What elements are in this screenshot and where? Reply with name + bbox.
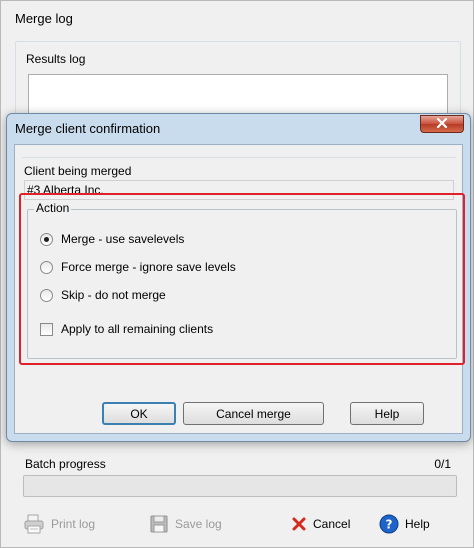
option-label: Merge - use savelevels xyxy=(61,232,185,246)
bottom-toolbar: Print log Save log Cancel ? Help xyxy=(23,509,463,537)
merge-confirmation-dialog: Merge client confirmation Client being m… xyxy=(6,113,471,442)
option-merge-use-savelevels[interactable]: Merge - use savelevels xyxy=(40,232,184,246)
apply-to-all-checkbox-row[interactable]: Apply to all remaining clients xyxy=(40,322,213,336)
help-button[interactable]: ? Help xyxy=(379,513,430,535)
help-icon: ? xyxy=(379,514,399,534)
dialog-help-button[interactable]: Help xyxy=(350,402,424,425)
help-label: Help xyxy=(405,517,430,531)
apply-to-all-label: Apply to all remaining clients xyxy=(61,322,214,336)
print-log-button[interactable]: Print log xyxy=(23,513,95,535)
client-being-merged-label: Client being merged xyxy=(24,164,132,178)
printer-icon xyxy=(23,514,45,534)
ok-button[interactable]: OK xyxy=(102,402,176,425)
batch-progress-count: 0/1 xyxy=(434,457,451,471)
dialog-title: Merge client confirmation xyxy=(15,121,161,136)
save-log-button[interactable]: Save log xyxy=(149,513,222,535)
radio-button[interactable] xyxy=(40,288,53,302)
option-force-merge[interactable]: Force merge - ignore save levels xyxy=(40,260,236,274)
radio-button[interactable] xyxy=(40,260,53,274)
x-cancel-icon xyxy=(291,516,307,532)
close-button[interactable] xyxy=(420,115,464,133)
option-label: Force merge - ignore save levels xyxy=(61,260,236,274)
cancel-merge-button[interactable]: Cancel merge xyxy=(183,402,324,425)
window-title: Merge log xyxy=(15,11,73,26)
option-label: Skip - do not merge xyxy=(61,288,166,302)
apply-to-all-checkbox[interactable] xyxy=(40,322,53,336)
batch-progress-label: Batch progress xyxy=(25,457,106,471)
cancel-button[interactable]: Cancel xyxy=(291,513,350,535)
svg-text:?: ? xyxy=(386,518,393,532)
results-log-group: Results log xyxy=(15,41,461,124)
action-highlight-box: Action Merge - use savelevels Force merg… xyxy=(19,193,465,365)
save-log-label: Save log xyxy=(175,517,222,531)
print-log-label: Print log xyxy=(51,517,96,531)
results-log-label: Results log xyxy=(26,52,86,66)
cancel-label: Cancel xyxy=(313,517,351,531)
action-legend: Action xyxy=(34,201,72,215)
radio-button[interactable] xyxy=(40,232,53,246)
dialog-body: Client being merged #3 Alberta Inc. Acti… xyxy=(14,144,465,434)
floppy-disk-icon xyxy=(149,514,169,534)
close-icon xyxy=(436,117,448,131)
option-skip[interactable]: Skip - do not merge xyxy=(40,288,166,302)
batch-progress-bar xyxy=(23,475,457,497)
action-group: Action Merge - use savelevels Force merg… xyxy=(27,201,457,359)
